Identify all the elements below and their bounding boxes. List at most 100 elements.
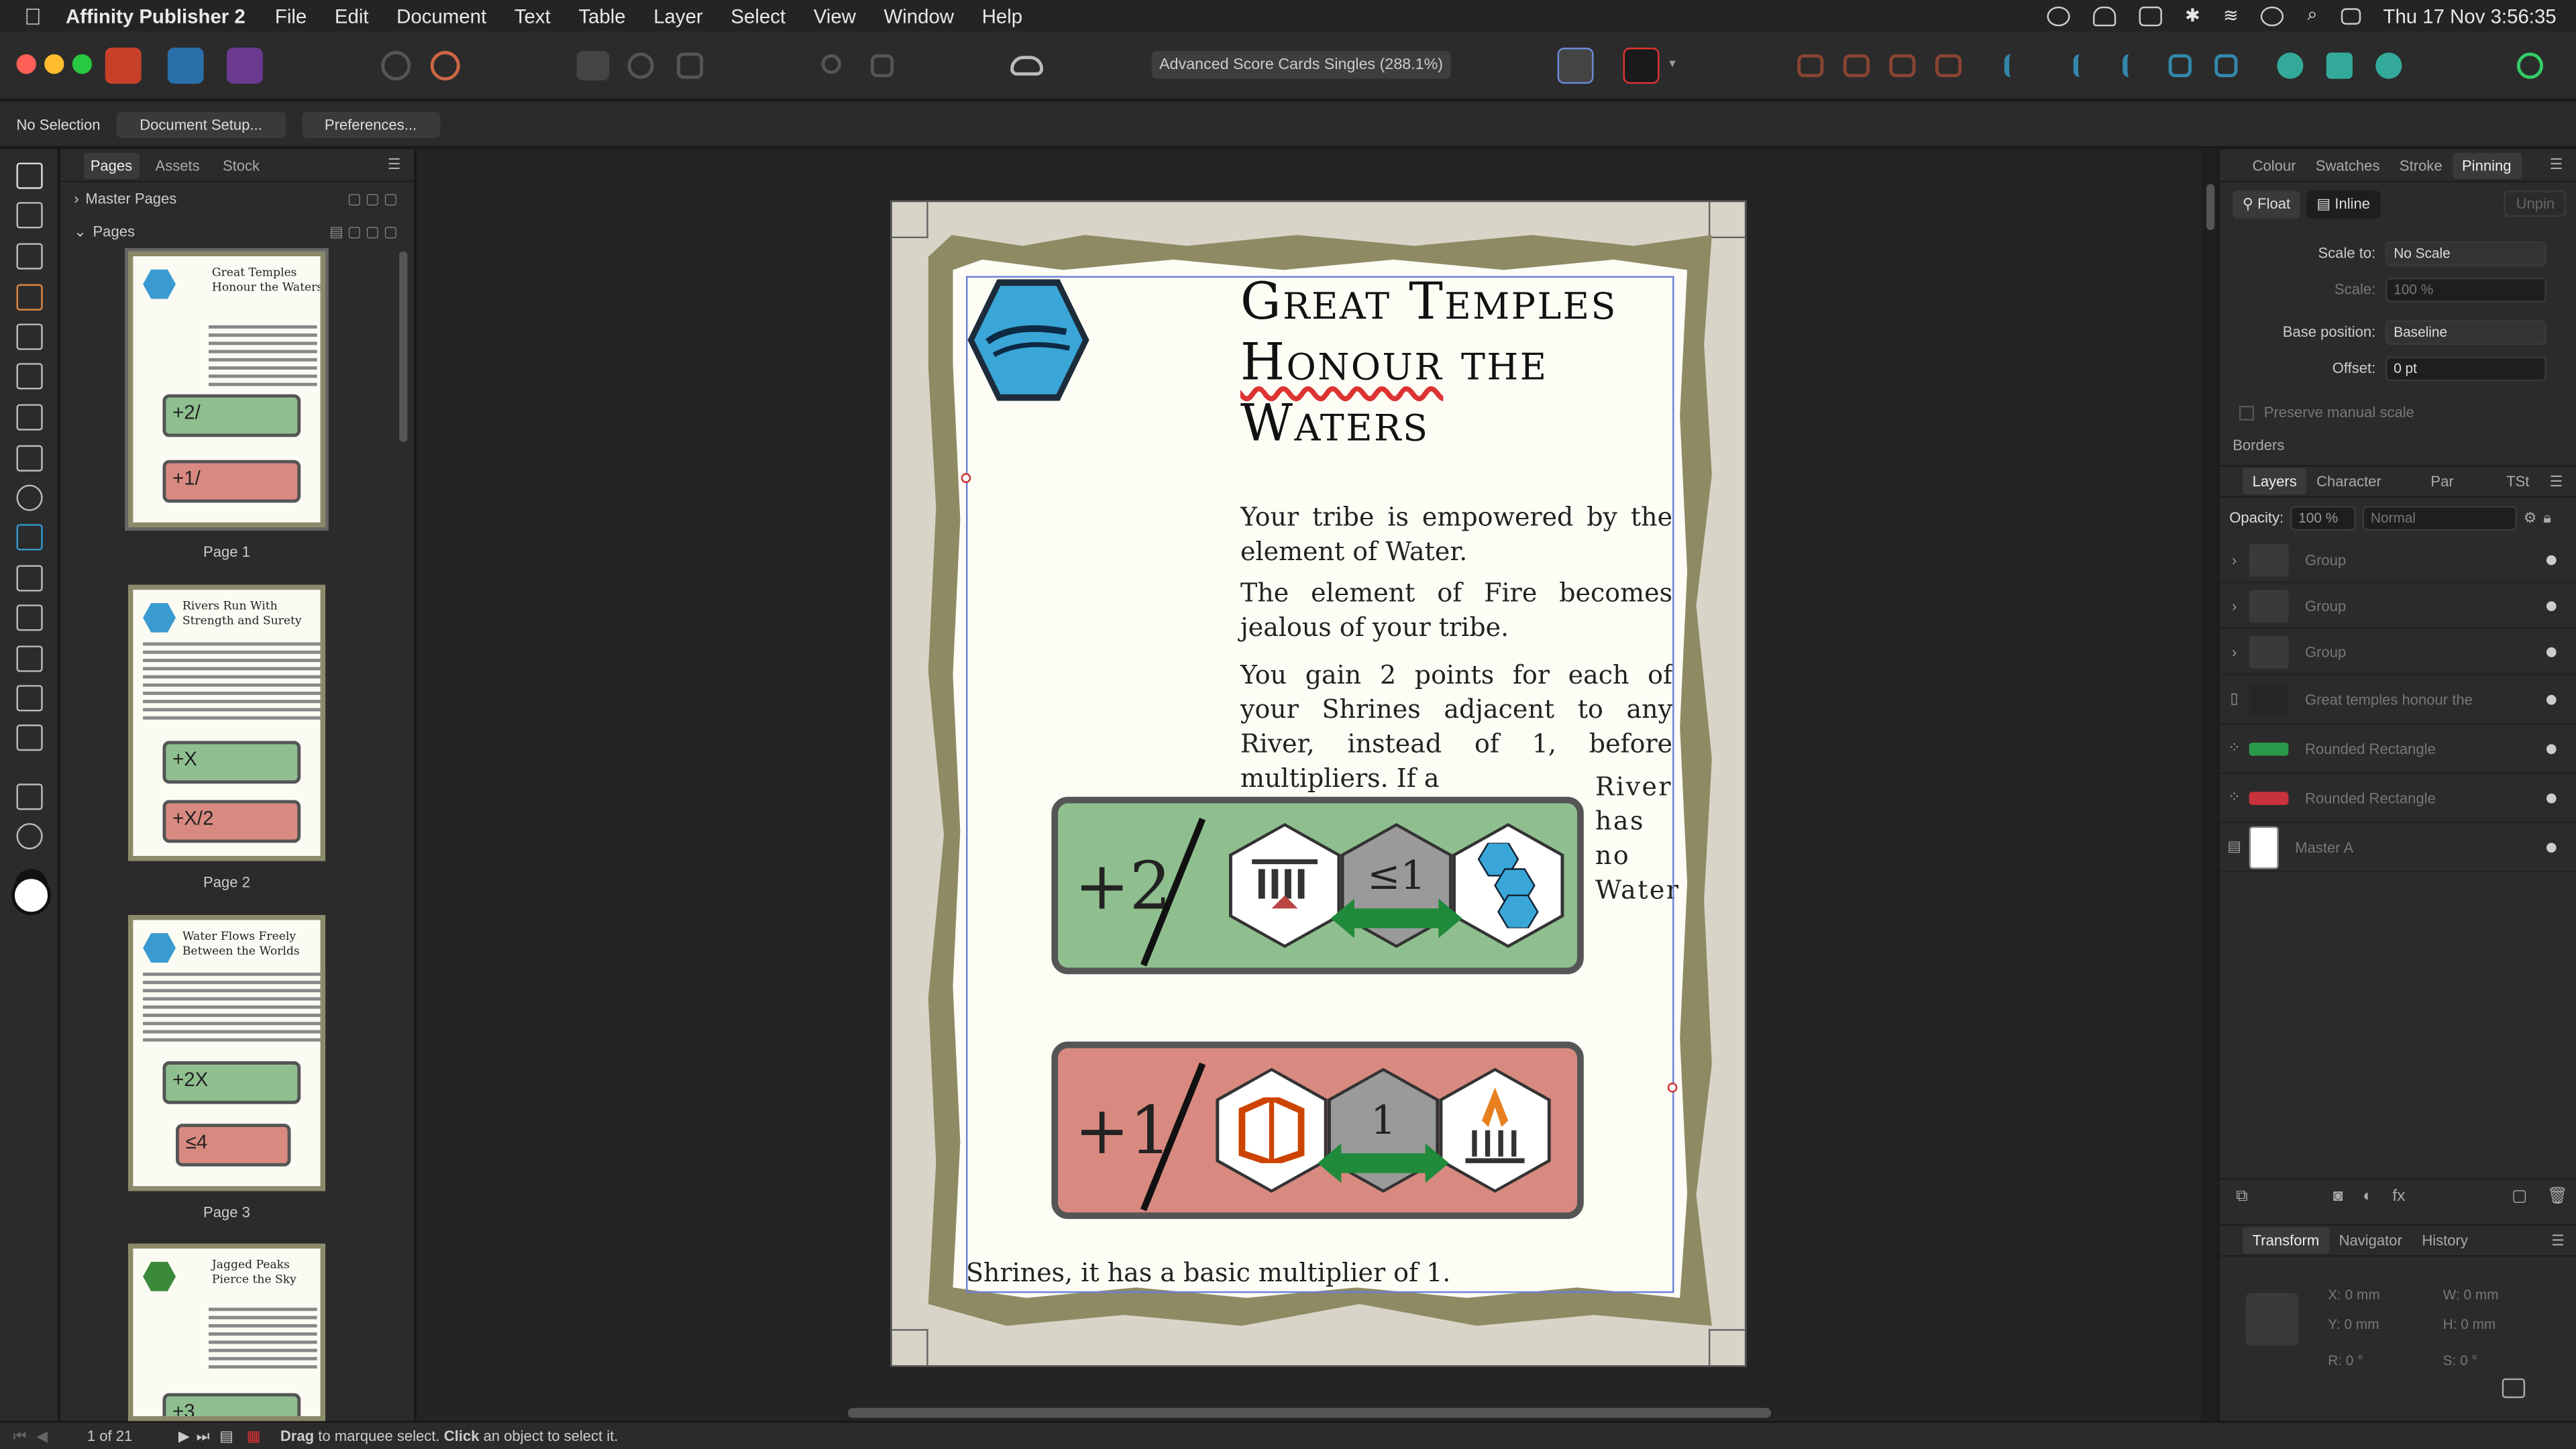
adjustment-icon[interactable]: ◐ — [2363, 1188, 2373, 1206]
rotate-right-icon[interactable] — [2214, 54, 2238, 78]
float-button[interactable]: ⚲ Float — [2233, 189, 2300, 218]
pages-scrollbar[interactable] — [399, 251, 408, 442]
arrange-backward-icon[interactable] — [1843, 54, 1870, 78]
zoom-tool-icon[interactable] — [16, 822, 43, 850]
offset-field[interactable]: 0 pt — [2385, 356, 2546, 380]
user-account-icon[interactable] — [2516, 52, 2544, 79]
transform-options-icon[interactable] — [2502, 1378, 2526, 1399]
flip-horizontal-icon[interactable] — [2073, 54, 2096, 78]
color-picker-tool-icon[interactable] — [16, 724, 43, 751]
chevron-right-icon[interactable]: › — [2220, 597, 2249, 613]
visibility-dot[interactable] — [2546, 842, 2557, 852]
layer-options-icon[interactable]: ⧉ — [2236, 1188, 2247, 1206]
menu-document[interactable]: Document — [396, 4, 486, 27]
tab-stock[interactable]: Stock — [216, 152, 266, 178]
frame-handle-left[interactable] — [961, 473, 971, 484]
next-page-icon[interactable]: ▶ — [178, 1427, 190, 1445]
anchor-selector[interactable] — [2245, 1293, 2299, 1346]
h-field[interactable]: H: 0 mm — [2443, 1309, 2499, 1339]
layer-row[interactable]: ⁘ Rounded Rectangle — [2219, 724, 2576, 774]
tab-layers[interactable]: Layers — [2242, 468, 2307, 495]
boolean-subtract-icon[interactable] — [2326, 52, 2353, 79]
visibility-dot[interactable] — [2546, 554, 2557, 565]
panel-menu-icon[interactable]: ☰ — [388, 156, 401, 174]
borders-section[interactable]: Borders — [2220, 432, 2576, 458]
text-wrap-icon[interactable] — [870, 54, 894, 78]
page-thumbnail-3[interactable]: Water Flows Freely Between the Worlds +2… — [128, 915, 325, 1191]
tab-navigator[interactable]: Navigator — [2329, 1227, 2412, 1253]
arrange-back-icon[interactable] — [1797, 54, 1824, 78]
preserve-scale-row[interactable]: Preserve manual scale — [2220, 392, 2576, 432]
inline-button[interactable]: ▤ Inline — [2306, 189, 2380, 218]
clock[interactable]: Thu 17 Nov 3:56:35 — [2383, 4, 2557, 27]
view-mode-icon[interactable] — [576, 50, 610, 81]
preflight-gear-icon[interactable] — [430, 50, 460, 81]
artistic-text-tool-icon[interactable] — [16, 323, 43, 350]
vertical-scrollbar[interactable] — [2206, 184, 2215, 230]
prev-page-icon[interactable]: ◀ — [36, 1427, 48, 1445]
apple-icon[interactable]:  — [0, 3, 66, 29]
scale-to-dropdown[interactable]: No Scale — [2385, 240, 2546, 266]
page-spread[interactable]: Great Temples Honour the Waters Your tri… — [890, 200, 1747, 1367]
frame-handle-right[interactable] — [1667, 1082, 1678, 1093]
document-canvas[interactable]: Great Temples Honour the Waters Your tri… — [417, 149, 2202, 1421]
unpin-button[interactable]: Unpin — [2504, 191, 2567, 217]
visibility-dot[interactable] — [2546, 600, 2557, 610]
align-left-icon[interactable] — [2004, 54, 2027, 78]
headphones-icon[interactable] — [2092, 5, 2116, 25]
spotlight-search-icon[interactable]: ⌕ — [2307, 5, 2317, 26]
pin-icon[interactable] — [821, 54, 841, 74]
crop-tool-icon[interactable] — [16, 604, 43, 631]
x-field[interactable]: X: 0 mm — [2328, 1280, 2380, 1309]
chevron-right-icon[interactable]: › — [2220, 551, 2249, 568]
move-tool-icon[interactable] — [16, 162, 43, 189]
node-tool-icon[interactable] — [16, 202, 43, 229]
layer-row[interactable]: ▯ Great temples honour the — [2219, 676, 2576, 725]
wifi-icon[interactable]: ≋ — [2223, 5, 2239, 26]
chevron-right-icon[interactable]: › — [74, 191, 78, 207]
tab-pinning[interactable]: Pinning — [2452, 152, 2522, 178]
panel-menu-icon[interactable]: ☰ — [2550, 156, 2563, 174]
photo-persona-icon[interactable] — [226, 48, 263, 84]
layer-row[interactable]: ⁘ Rounded Rectangle — [2219, 773, 2576, 823]
tab-colour[interactable]: Colour — [2243, 152, 2306, 178]
bluetooth-icon[interactable]: ✱ — [2185, 5, 2200, 26]
last-page-icon[interactable]: ⏭ — [197, 1427, 210, 1445]
play-icon[interactable] — [2047, 5, 2070, 25]
vector-crop-tool-icon[interactable] — [16, 565, 43, 592]
first-page-icon[interactable]: ⏮ — [13, 1427, 27, 1445]
ellipse-tool-icon[interactable] — [16, 484, 43, 511]
control-center-icon[interactable] — [2340, 7, 2361, 24]
base-position-dropdown[interactable]: Baseline — [2385, 319, 2546, 345]
snapping-icon[interactable] — [627, 52, 654, 79]
table-tool-icon[interactable] — [16, 284, 43, 311]
add-master-icon[interactable]: ▢ ▢ ▢ — [299, 190, 398, 208]
blend-mode-dropdown[interactable]: Normal — [2362, 505, 2517, 530]
tab-transform[interactable]: Transform — [2242, 1227, 2329, 1254]
page-thumbnail-4[interactable]: Jagged Peaks Pierce the Sky +3 — [128, 1243, 325, 1421]
document-title-tab[interactable]: Advanced Score Cards Singles (288.1%) — [1151, 50, 1451, 79]
minimize-window-button[interactable] — [44, 54, 64, 74]
trash-icon[interactable]: 🗑︎ — [2547, 1188, 2568, 1206]
chevron-down-icon[interactable]: ⌄ — [74, 223, 86, 241]
menu-help[interactable]: Help — [982, 4, 1022, 27]
scale-field[interactable]: 100 % — [2385, 276, 2546, 302]
visibility-dot[interactable] — [2546, 743, 2557, 753]
w-field[interactable]: W: 0 mm — [2443, 1280, 2499, 1309]
tab-text-styles[interactable]: TSt — [2496, 468, 2539, 494]
checkbox[interactable] — [2239, 405, 2255, 420]
menu-view[interactable]: View — [814, 4, 856, 27]
visibility-dot[interactable] — [2546, 646, 2557, 657]
preview-mode-icon[interactable] — [676, 52, 704, 79]
master-pages-row[interactable]: › Master Pages ▢ ▢ ▢ — [61, 182, 415, 215]
designer-persona-icon[interactable] — [167, 48, 204, 84]
pages-row[interactable]: ⌄ Pages ▤ ▢ ▢ ▢ — [61, 215, 415, 248]
tab-stroke[interactable]: Stroke — [2390, 152, 2452, 178]
publisher-persona-icon[interactable] — [105, 48, 142, 84]
hand-tool-icon[interactable] — [16, 784, 43, 810]
time-machine-icon[interactable] — [2261, 5, 2285, 25]
menu-text[interactable]: Text — [515, 4, 551, 27]
preflight-warning-icon[interactable]: ▦ — [247, 1427, 261, 1445]
add-page-icon[interactable]: ▤ ▢ ▢ ▢ — [266, 223, 398, 241]
app-name-menu[interactable]: Affinity Publisher 2 — [66, 4, 246, 27]
